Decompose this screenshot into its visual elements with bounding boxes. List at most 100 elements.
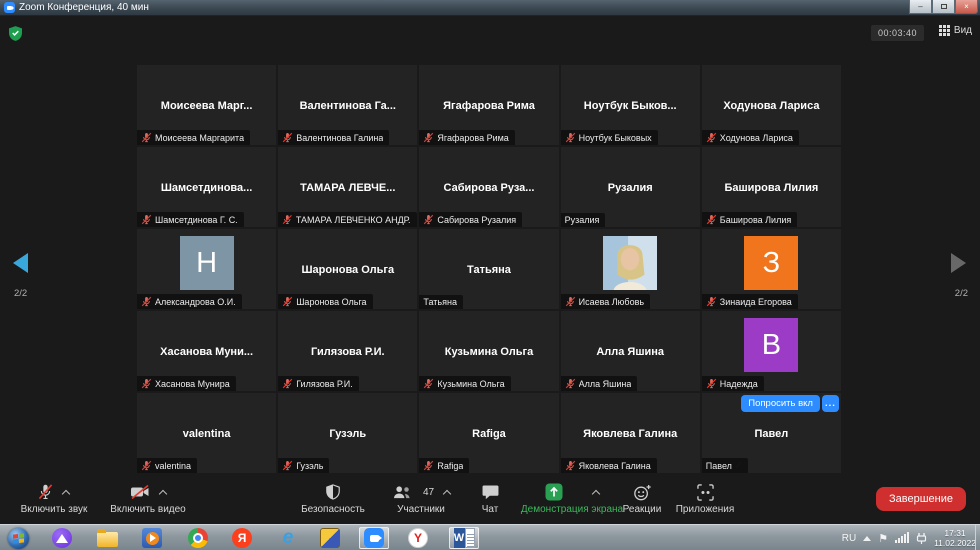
alice-app-icon[interactable] [50, 527, 74, 549]
participant-name-label: ТАМАРА ЛЕВЧЕНКО АНДР... [278, 212, 417, 227]
shield-icon [325, 483, 341, 501]
participants-button[interactable]: 47 Участники [383, 483, 459, 515]
participant-name-label: Надежда [702, 376, 764, 391]
window-title: Zoom Конференция, 40 мин [19, 2, 149, 13]
participant-tile[interactable]: Rafiga Rafiga [419, 393, 558, 473]
chrome-icon[interactable] [186, 527, 210, 549]
yandex-browser-icon[interactable]: Я [230, 527, 254, 549]
yandex-app-icon[interactable]: Y [406, 527, 430, 549]
mic-muted-icon [565, 132, 576, 143]
participant-tile[interactable]: Сабирова Руза... Сабирова Рузалия [419, 147, 558, 227]
clock[interactable]: 17:31 11.02.2022 [934, 528, 976, 548]
participant-display-name: Ходунова Лариса [702, 100, 841, 112]
share-options-chevron[interactable] [593, 489, 600, 496]
participant-tile[interactable]: Яковлева Галина Яковлева Галина [561, 393, 700, 473]
participant-tile[interactable]: Ноутбук Быков... Ноутбук Быковых [561, 65, 700, 145]
reactions-button[interactable]: Реакции [617, 483, 667, 515]
action-center-flag-icon[interactable]: ⚑ [878, 532, 888, 545]
power-icon[interactable] [916, 532, 927, 545]
participant-tile[interactable]: Рузалия Рузалия [561, 147, 700, 227]
mic-muted-icon [423, 460, 434, 471]
participant-name-label: Рузалия [561, 213, 606, 227]
participant-tile[interactable]: ТАМАРА ЛЕВЧЕ... ТАМАРА ЛЕВЧЕНКО АНДР... [278, 147, 417, 227]
file-explorer-icon[interactable] [95, 527, 119, 549]
participant-tile[interactable]: Шаронова Ольга Шаронова Ольга [278, 229, 417, 309]
participant-tile[interactable]: Ягафарова Рима Ягафарова Рима [419, 65, 558, 145]
participant-tile[interactable]: Гилязова Р.И. Гилязова Р.И. [278, 311, 417, 391]
start-button[interactable] [6, 527, 30, 549]
meeting-toolbar: Включить звук Включить видео [0, 478, 980, 524]
start-video-button[interactable]: Включить видео [100, 483, 196, 515]
camera-muted-icon [130, 484, 150, 500]
participant-display-name: valentina [137, 428, 276, 440]
participant-tile[interactable]: Татьяна Татьяна [419, 229, 558, 309]
audio-options-chevron[interactable] [63, 489, 70, 496]
network-icon[interactable] [895, 533, 909, 543]
participant-name-label: Кузьмина Ольга [419, 376, 510, 391]
participant-display-name: Павел [702, 428, 841, 440]
previous-page-arrow[interactable] [13, 253, 28, 273]
participant-tile[interactable]: valentina valentina [137, 393, 276, 473]
participant-display-name: Татьяна [419, 264, 558, 276]
word-taskbar-icon[interactable]: W [449, 527, 479, 549]
participant-name-label: Сабирова Рузалия [419, 212, 522, 227]
show-desktop-strip[interactable] [975, 525, 976, 550]
participant-tile[interactable]: Павел Павел ✓ Попросить вкл ... [702, 393, 841, 473]
view-button[interactable]: Вид [939, 25, 972, 36]
mic-muted-icon [423, 132, 434, 143]
participant-display-name: Ноутбук Быков... [561, 100, 700, 112]
participant-tile[interactable]: Шамсетдинова... Шамсетдинова Г. С. [137, 147, 276, 227]
zoom-taskbar-icon[interactable] [359, 527, 389, 549]
mic-muted-icon [423, 214, 434, 225]
close-button[interactable]: × [955, 0, 978, 14]
video-options-chevron[interactable] [160, 489, 167, 496]
participant-tile[interactable]: Исаева Любовь [561, 229, 700, 309]
ask-to-unmute-button[interactable]: Попросить вкл [741, 395, 820, 412]
participant-tile[interactable]: З Зинаида Егорова [702, 229, 841, 309]
participant-tile[interactable]: Гузэль Гузэль [278, 393, 417, 473]
participant-display-name: Валентинова Га... [278, 100, 417, 112]
participants-options-chevron[interactable] [444, 489, 451, 496]
page-indicator-right: 2/2 [955, 288, 968, 299]
participant-tile[interactable]: Кузьмина Ольга Кузьмина Ольга [419, 311, 558, 391]
restore-button[interactable] [932, 0, 955, 14]
participant-tile[interactable]: Ходунова Лариса Ходунова Лариса [702, 65, 841, 145]
share-screen-button[interactable]: Демонстрация экрана [512, 483, 632, 515]
internet-explorer-icon[interactable]: e [276, 527, 300, 549]
participant-tile[interactable]: Моисеева Марг... Моисеева Маргарита [137, 65, 276, 145]
apps-button[interactable]: Приложения [668, 483, 742, 515]
language-indicator[interactable]: RU [842, 533, 856, 544]
more-options-button[interactable]: ... [822, 395, 839, 412]
reactions-smiley-icon [633, 484, 652, 501]
zoom-meeting-window: 00:03:40 Вид 2/2 2/2 Моисеева Марг... Мо… [0, 16, 980, 524]
mic-muted-icon [141, 378, 152, 389]
meeting-timer: 00:03:40 [871, 25, 924, 41]
end-meeting-button[interactable]: Завершение [876, 487, 966, 511]
minimize-button[interactable]: – [909, 0, 932, 14]
mic-muted-icon [282, 460, 293, 471]
participant-tile[interactable]: В Надежда [702, 311, 841, 391]
participant-tile[interactable]: Валентинова Га... Валентинова Галина [278, 65, 417, 145]
participant-tile[interactable]: Хасанова Муни... Хасанова Мунира [137, 311, 276, 391]
participant-display-name: Сабирова Руза... [419, 182, 558, 194]
hidden-icons-arrow[interactable] [863, 536, 871, 541]
mic-muted-icon [706, 132, 717, 143]
mic-muted-icon [141, 460, 152, 471]
participant-tile[interactable]: Алла Яшина Алла Яшина [561, 311, 700, 391]
participant-tile[interactable]: Н Александрова О.И. [137, 229, 276, 309]
participant-name-label: Rafiga [419, 458, 469, 473]
mic-muted-icon [141, 132, 152, 143]
security-button[interactable]: Безопасность [301, 483, 365, 515]
participant-name-label: Зинаида Егорова [702, 294, 798, 309]
share-screen-icon [545, 483, 563, 501]
media-player-icon[interactable] [140, 527, 164, 549]
date: 11.02.2022 [934, 538, 976, 548]
total-commander-icon[interactable] [318, 527, 342, 549]
unmute-button[interactable]: Включить звук [8, 483, 100, 515]
participant-tile[interactable]: Баширова Лилия Баширова Лилия [702, 147, 841, 227]
next-page-arrow[interactable] [951, 253, 966, 273]
participant-display-name: Моисеева Марг... [137, 100, 276, 112]
mic-muted-icon [565, 460, 576, 471]
participant-name-label: Ходунова Лариса [702, 130, 799, 145]
chat-button[interactable]: Чат [470, 483, 510, 515]
